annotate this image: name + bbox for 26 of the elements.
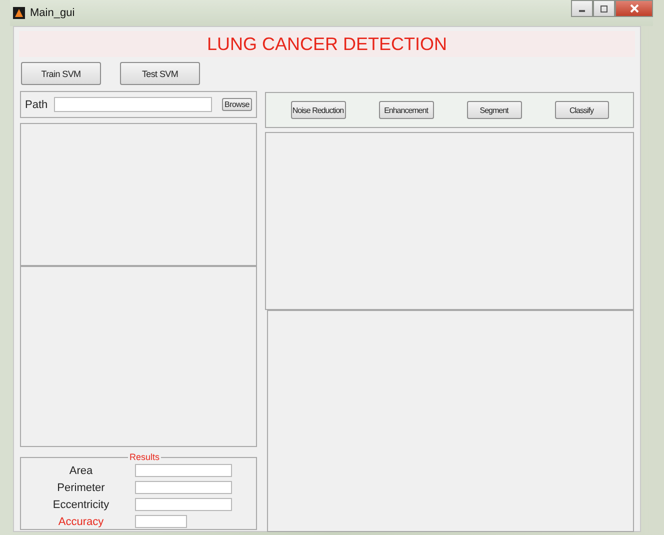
close-icon bbox=[630, 4, 638, 13]
process-button[interactable]: Classify bbox=[554, 101, 608, 119]
window-title: Main_gui bbox=[30, 7, 75, 19]
result-label: Accuracy bbox=[57, 516, 105, 528]
results-title: Results bbox=[128, 452, 160, 462]
result-label: Eccentricity bbox=[52, 498, 110, 510]
result-field[interactable] bbox=[135, 498, 232, 511]
close-button[interactable] bbox=[615, 0, 653, 17]
result-field[interactable] bbox=[135, 515, 187, 528]
path-field[interactable] bbox=[54, 97, 212, 112]
minimize-button[interactable] bbox=[571, 0, 593, 17]
maximize-button[interactable] bbox=[593, 0, 615, 17]
result-label: Area bbox=[68, 464, 94, 476]
browse-button[interactable]: Browse bbox=[222, 98, 252, 111]
process-button[interactable]: Noise Reduction bbox=[290, 101, 346, 119]
svm-button[interactable]: Train SVM bbox=[21, 62, 101, 85]
result-field[interactable] bbox=[135, 481, 232, 494]
result-label: Perimeter bbox=[56, 482, 106, 494]
app-heading: LUNG CANCER DETECTION bbox=[206, 34, 448, 54]
result-field[interactable] bbox=[135, 464, 232, 477]
process-button[interactable]: Enhancement bbox=[378, 101, 434, 119]
app-icon bbox=[13, 7, 25, 19]
process-button[interactable]: Segment bbox=[466, 101, 522, 119]
svm-button[interactable]: Test SVM bbox=[120, 62, 200, 85]
path-label: Path bbox=[25, 98, 48, 110]
maximize-icon bbox=[600, 4, 608, 12]
